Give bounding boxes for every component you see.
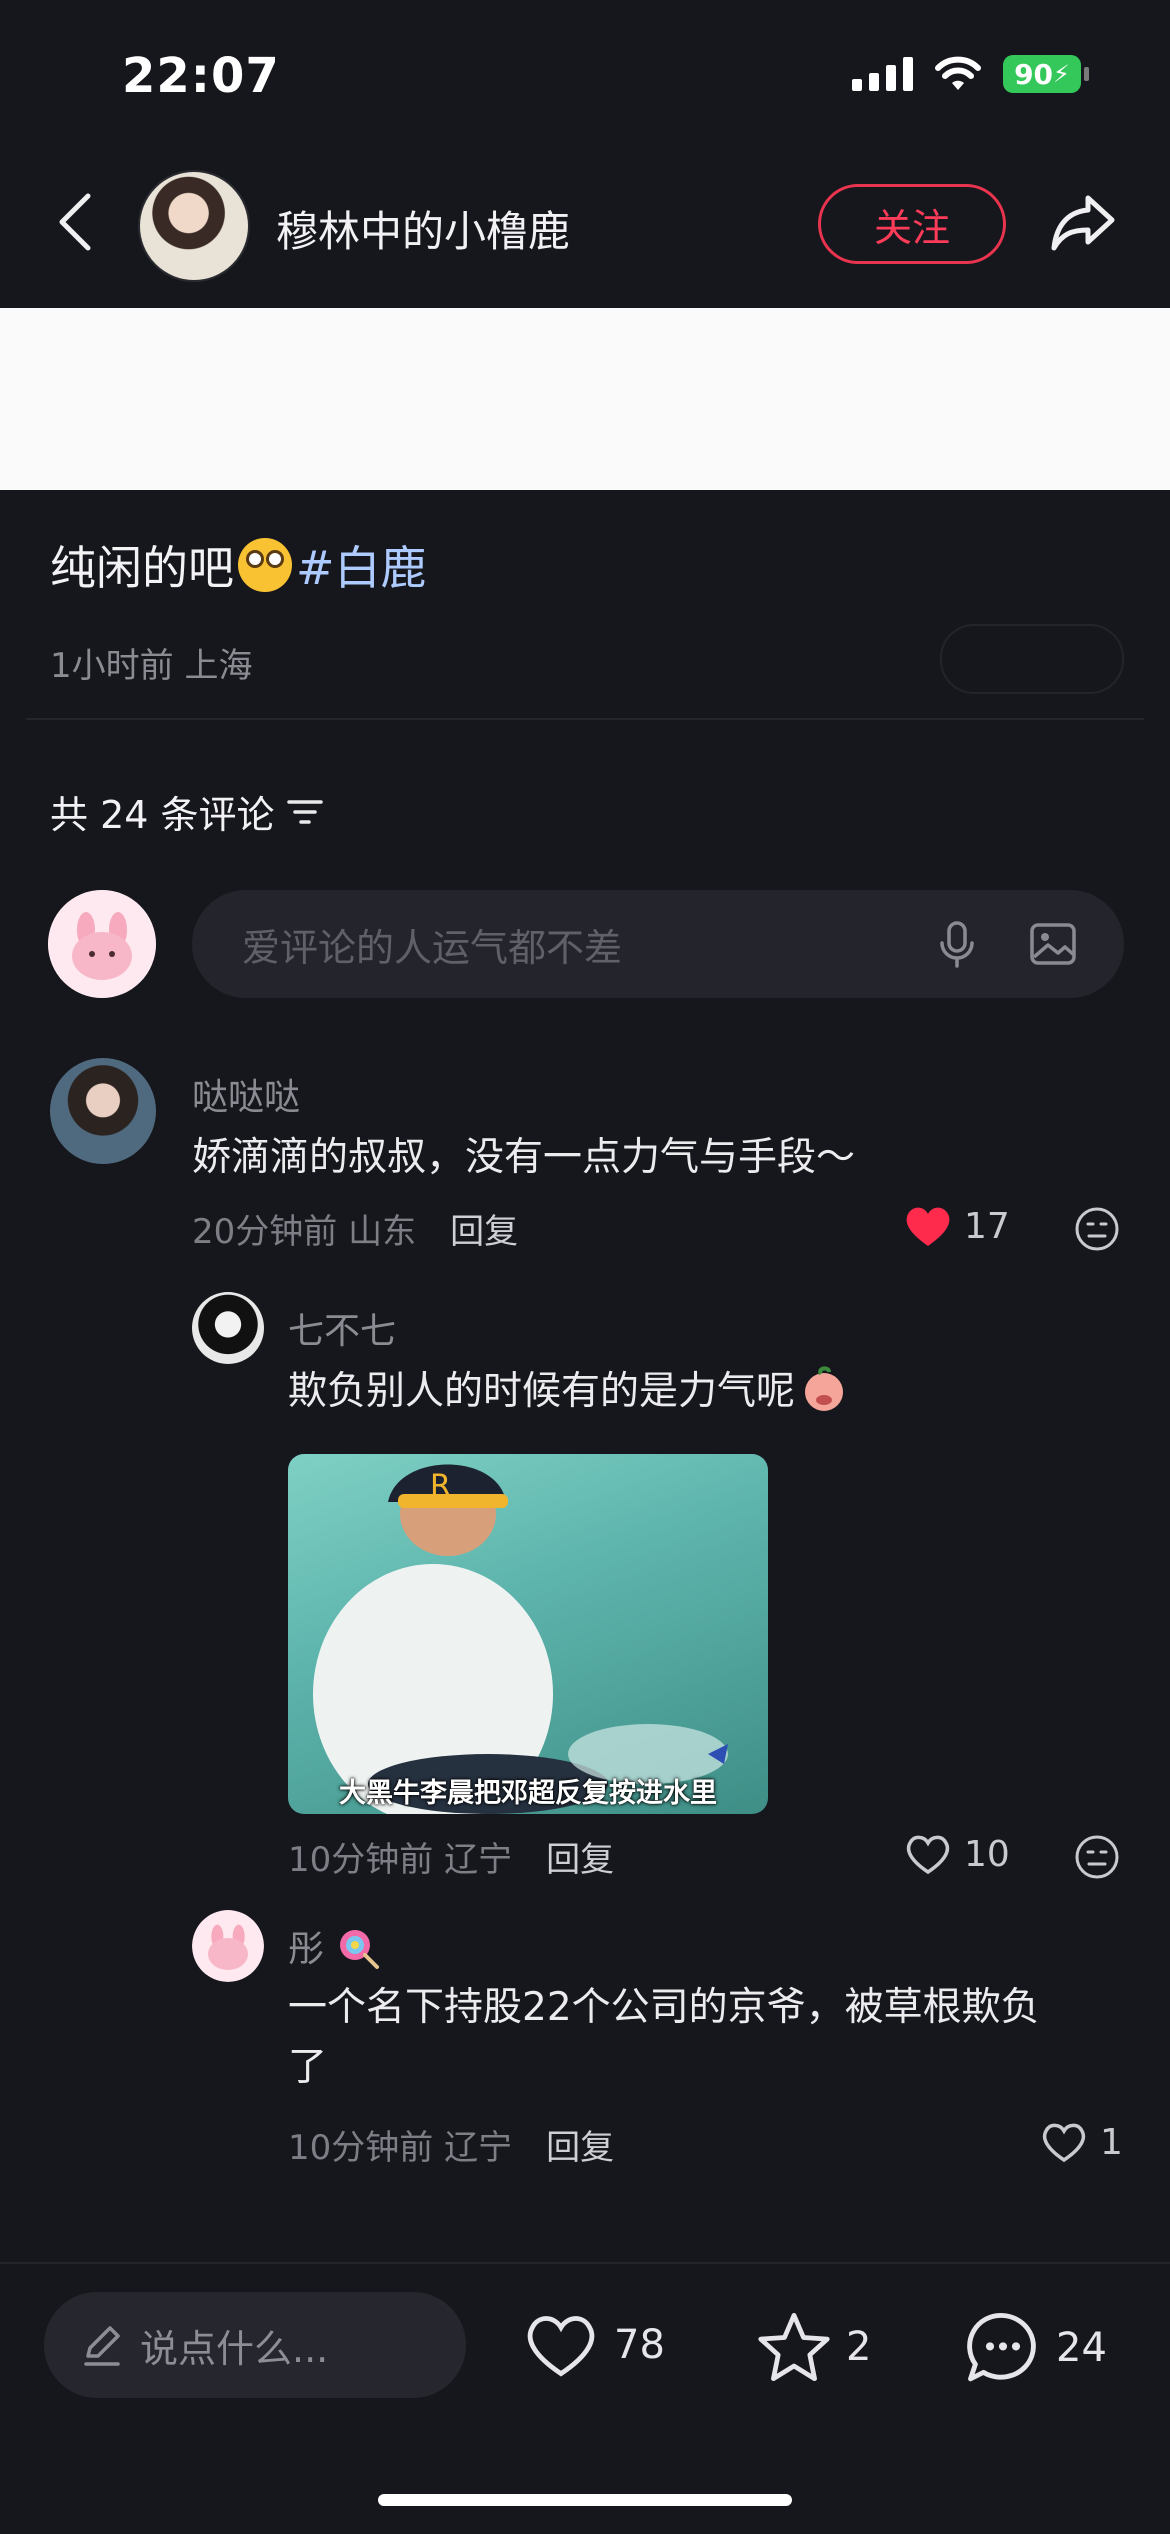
sort-icon[interactable] (286, 797, 323, 827)
comment-avatar[interactable] (192, 1910, 264, 1982)
comment-bubble-icon[interactable] (964, 2310, 1042, 2386)
comment-time: 10分钟前 (288, 1840, 434, 1880)
post-meta: 1小时前 上海 (50, 646, 253, 686)
comment-time: 20分钟前 (192, 1212, 338, 1252)
comment-author[interactable]: 哒哒哒 (192, 1068, 300, 1120)
image-icon[interactable] (1028, 919, 1078, 969)
status-time: 22:07 (122, 48, 280, 104)
post-media[interactable] (0, 308, 1170, 490)
comment-like-button[interactable]: 10 (904, 1832, 1010, 1876)
star-icon[interactable] (756, 2310, 832, 2384)
comment-meta: 20分钟前 山东 回复 (192, 1204, 518, 1253)
like-total: 78 (614, 2322, 665, 2368)
follow-button[interactable]: 关注 (818, 184, 1006, 264)
favorite-total: 2 (846, 2324, 872, 2370)
battery-icon: 90 ⚡ (1003, 55, 1089, 93)
like-count: 10 (964, 1833, 1010, 1875)
favorite-button[interactable]: 2 (756, 2310, 871, 2384)
comment-text: 一个名下持股22个公司的京爷，被草根欺负 了 (288, 1978, 1040, 2098)
status-icons: 90 ⚡ (852, 55, 1089, 93)
share-icon[interactable] (1048, 192, 1118, 254)
comment-time: 10分钟前 (288, 2128, 434, 2168)
like-button[interactable]: 78 (522, 2310, 665, 2380)
svg-text:R: R (430, 1469, 451, 1504)
author-avatar[interactable] (138, 170, 250, 282)
image-caption: 大黑牛李晨把邓超反复按进水里 (339, 1778, 717, 1809)
cellular-signal-icon (852, 57, 913, 91)
say-something-input[interactable]: 说点什么... (44, 2292, 466, 2398)
reply-button[interactable]: 回复 (450, 1204, 518, 1253)
reply-button[interactable]: 回复 (546, 2120, 614, 2169)
comment-total: 24 (1056, 2325, 1107, 2371)
hashtag-link[interactable]: #白鹿 (296, 541, 427, 595)
heart-icon[interactable] (904, 1832, 952, 1876)
comment-author-name[interactable]: 彤 (288, 1929, 324, 1970)
peach-emoji-icon (805, 1366, 844, 1411)
comments-count-label: 共 24 条评论 (50, 793, 275, 837)
ghost-pill-button[interactable] (940, 624, 1124, 694)
divider (26, 718, 1144, 720)
comment-text-body: 欺负别人的时候有的是力气呢 (288, 1369, 796, 1414)
comment-author[interactable]: 彤 (288, 1920, 381, 1972)
comment-location: 山东 (348, 1212, 417, 1252)
comment-text: 娇滴滴的叔叔，没有一点力气与手段～ (192, 1135, 856, 1180)
comment-location: 辽宁 (444, 1840, 513, 1880)
emoji-reaction-icon[interactable] (1074, 1206, 1120, 1252)
my-avatar[interactable] (48, 890, 156, 998)
post-text: 纯闲的吧 (50, 541, 234, 595)
comment-button[interactable]: 24 (964, 2310, 1107, 2386)
like-count: 17 (964, 1205, 1010, 1247)
heart-icon[interactable] (522, 2310, 600, 2380)
pencil-icon (84, 2326, 120, 2366)
comment-meta: 10分钟前 辽宁 回复 (288, 2120, 614, 2169)
emoji-reaction-icon[interactable] (1074, 1834, 1120, 1880)
lollipop-emoji-icon (340, 1930, 380, 1969)
author-name[interactable]: 穆林中的小橹鹿 (276, 198, 570, 259)
comment-input-placeholder[interactable]: 爱评论的人运气都不差 (242, 917, 932, 972)
comment-author[interactable]: 七不七 (288, 1302, 396, 1354)
back-icon[interactable] (52, 192, 98, 252)
heart-icon[interactable] (1040, 2120, 1088, 2164)
comments-count: 共 24 条评论 (50, 784, 323, 839)
comment-avatar[interactable] (50, 1058, 156, 1164)
comment-text-line: 一个名下持股22个公司的京爷，被草根欺负 (288, 1985, 1040, 2030)
say-placeholder[interactable]: 说点什么... (140, 2318, 328, 2373)
battery-level: 90 (1014, 57, 1054, 91)
like-count: 1 (1100, 2121, 1123, 2163)
home-indicator[interactable] (378, 2494, 792, 2506)
eye-roll-emoji-icon (238, 538, 292, 592)
comment-like-button[interactable]: 1 (1040, 2120, 1123, 2164)
comment-avatar[interactable] (192, 1292, 264, 1364)
comment-text: 欺负别人的时候有的是力气呢 (288, 1362, 849, 1422)
comment-input[interactable]: 爱评论的人运气都不差 (192, 890, 1124, 998)
heart-filled-icon[interactable] (904, 1204, 952, 1248)
comment-text-line: 了 (288, 2045, 328, 2090)
reply-button[interactable]: 回复 (546, 1832, 614, 1881)
comment-location: 辽宁 (444, 2128, 513, 2168)
comment-image[interactable]: R 大黑牛李晨把邓超反复按进水里 (288, 1454, 768, 1814)
comment-meta: 10分钟前 辽宁 回复 (288, 1832, 614, 1881)
wifi-icon (935, 56, 981, 90)
post-caption: 纯闲的吧 #白鹿 (50, 532, 427, 598)
microphone-icon[interactable] (932, 919, 982, 969)
comment-like-button[interactable]: 17 (904, 1204, 1010, 1248)
